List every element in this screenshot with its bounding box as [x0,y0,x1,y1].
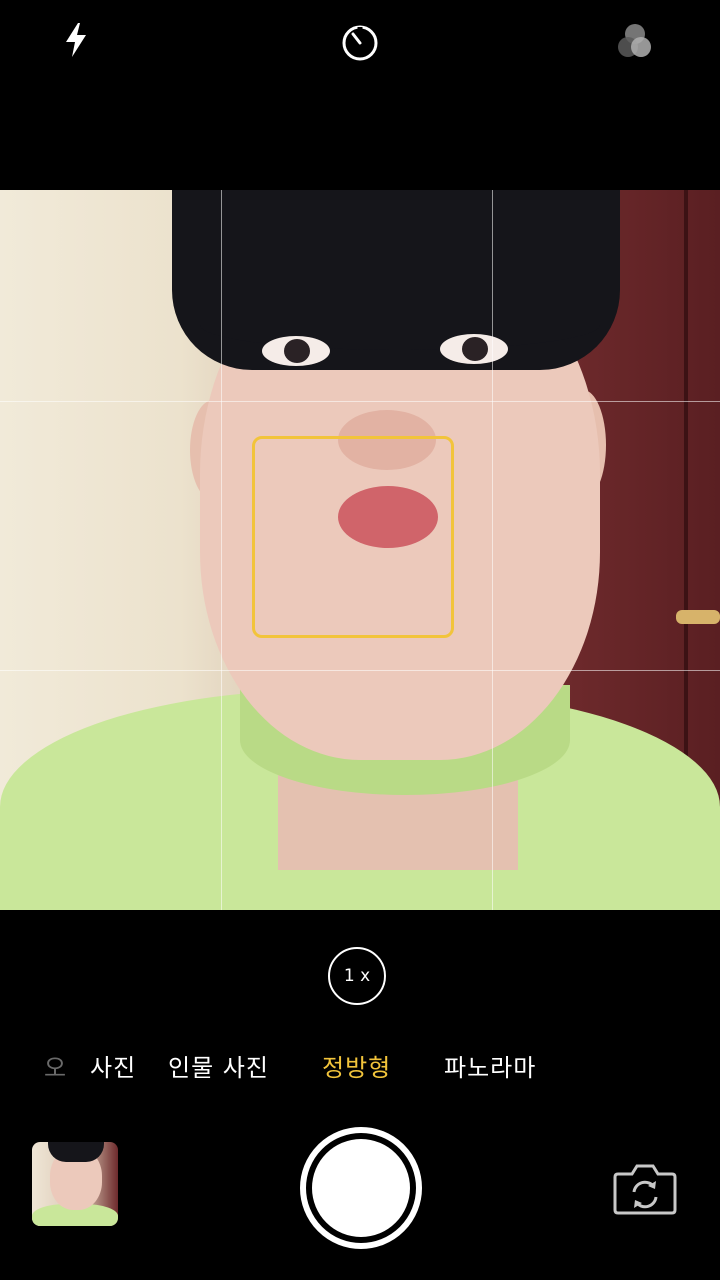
last-photo-thumbnail[interactable] [32,1142,118,1226]
top-bar [0,0,720,190]
camera-mode-selector: 오 사진 인물 사진 정방형 파노라마 [0,1040,720,1090]
mode-item-square[interactable]: 정방형 [322,1048,391,1083]
switch-camera-icon[interactable] [610,1158,680,1218]
mode-item-panorama[interactable]: 파노라마 [444,1048,536,1083]
grid-line-horizontal-1 [0,401,720,402]
mode-item-partial[interactable]: 오 [44,1048,67,1083]
shutter-inner [312,1139,410,1237]
grid-line-horizontal-2 [0,670,720,671]
mode-item-portrait[interactable]: 인물 사진 [168,1048,269,1083]
timer-icon[interactable] [338,20,382,64]
shutter-button[interactable] [300,1127,422,1249]
grid-line-vertical-2 [492,190,493,910]
door-handle [676,610,720,624]
grid-line-vertical-1 [221,190,222,910]
subject-bangs [200,300,600,350]
subject-eye-right [440,334,508,364]
focus-box[interactable] [252,436,454,638]
subject-eye-left [262,336,330,366]
camera-viewfinder[interactable] [0,190,720,910]
zoom-button[interactable]: 1 x [328,947,386,1005]
mode-item-photo[interactable]: 사진 [90,1048,136,1083]
flash-icon[interactable] [56,20,96,60]
live-filters-icon[interactable] [614,20,658,64]
zoom-label: 1 x [343,966,371,986]
thumbnail-hair [48,1142,104,1162]
